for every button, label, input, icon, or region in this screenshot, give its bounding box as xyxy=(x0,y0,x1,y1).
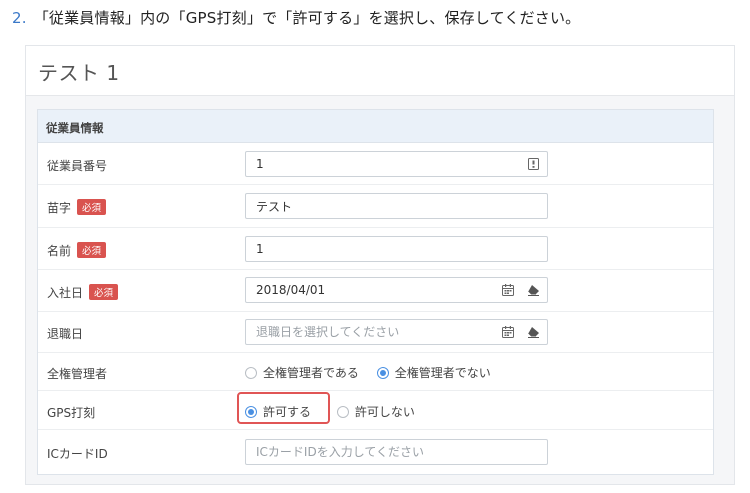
row-first-name: 名前 必須 xyxy=(38,228,713,270)
section-header: 従業員情報 xyxy=(38,110,713,143)
last-name-input[interactable] xyxy=(245,193,548,219)
calendar-icon[interactable] xyxy=(500,324,516,340)
admin-option-no[interactable]: 全権管理者でない xyxy=(376,364,491,381)
id-card-icon[interactable] xyxy=(525,156,541,172)
employee-number-input[interactable] xyxy=(245,151,548,177)
row-ic-card: ICカードID xyxy=(38,430,713,475)
employee-number-label: 従業員番号 xyxy=(47,159,108,173)
last-name-label-text: 苗字 xyxy=(47,201,72,215)
eraser-icon[interactable] xyxy=(525,324,541,340)
admin-option-yes-label: 全権管理者である xyxy=(263,366,359,380)
row-gps: GPS打刻 許可する 許可しない xyxy=(38,391,713,430)
first-name-label: 名前 必須 xyxy=(47,242,107,259)
page-title: テスト 1 xyxy=(26,46,734,96)
employee-card: テスト 1 従業員情報 従業員番号 苗字必須 名前必須 xyxy=(25,45,735,485)
first-name-label-text: 名前 xyxy=(47,244,72,258)
admin-label: 全権管理者 xyxy=(47,367,108,381)
admin-radio-group: 全権管理者である 全権管理者でない xyxy=(245,364,505,382)
gps-option-deny-label: 許可しない xyxy=(354,405,415,419)
first-name-input[interactable] xyxy=(245,236,548,262)
radio-unselected-icon[interactable] xyxy=(336,405,349,418)
ic-card-input[interactable] xyxy=(245,439,548,465)
employee-info-panel: 従業員情報 従業員番号 苗字必須 名前必須 入社日必須 xyxy=(37,109,714,475)
gps-option-deny[interactable]: 許可しない xyxy=(336,403,415,420)
hire-date-label-text: 入社日 xyxy=(47,286,84,300)
required-badge: 必須 xyxy=(77,199,107,215)
required-badge: 必須 xyxy=(89,284,119,300)
highlight-box xyxy=(237,392,330,424)
admin-option-no-label: 全権管理者でない xyxy=(394,366,491,380)
row-hire-date: 入社日 必須 xyxy=(38,270,713,312)
last-name-label: 苗字 必須 xyxy=(47,199,107,216)
eraser-icon[interactable] xyxy=(525,282,541,298)
hire-date-label: 入社日 必須 xyxy=(47,284,119,301)
retire-date-label: 退職日 xyxy=(47,327,84,341)
radio-selected-icon[interactable] xyxy=(376,366,389,379)
row-retire-date: 退職日 xyxy=(38,312,713,353)
row-admin: 全権管理者 全権管理者である 全権管理者でない xyxy=(38,353,713,391)
instruction-text: 2. 「従業員情報」内の「GPS打刻」で「許可する」を選択し、保存してください。 xyxy=(12,7,580,28)
ic-card-label: ICカードID xyxy=(47,447,108,461)
step-number: 2. xyxy=(12,9,27,27)
row-last-name: 苗字 必須 xyxy=(38,185,713,228)
row-employee-number: 従業員番号 xyxy=(38,144,713,185)
instruction-body: 「従業員情報」内の「GPS打刻」で「許可する」を選択し、保存してください。 xyxy=(33,9,581,27)
calendar-icon[interactable] xyxy=(500,282,516,298)
gps-label: GPS打刻 xyxy=(47,406,96,420)
admin-option-yes[interactable]: 全権管理者である xyxy=(245,364,359,381)
radio-unselected-icon[interactable] xyxy=(245,366,257,379)
required-badge: 必須 xyxy=(77,242,107,258)
